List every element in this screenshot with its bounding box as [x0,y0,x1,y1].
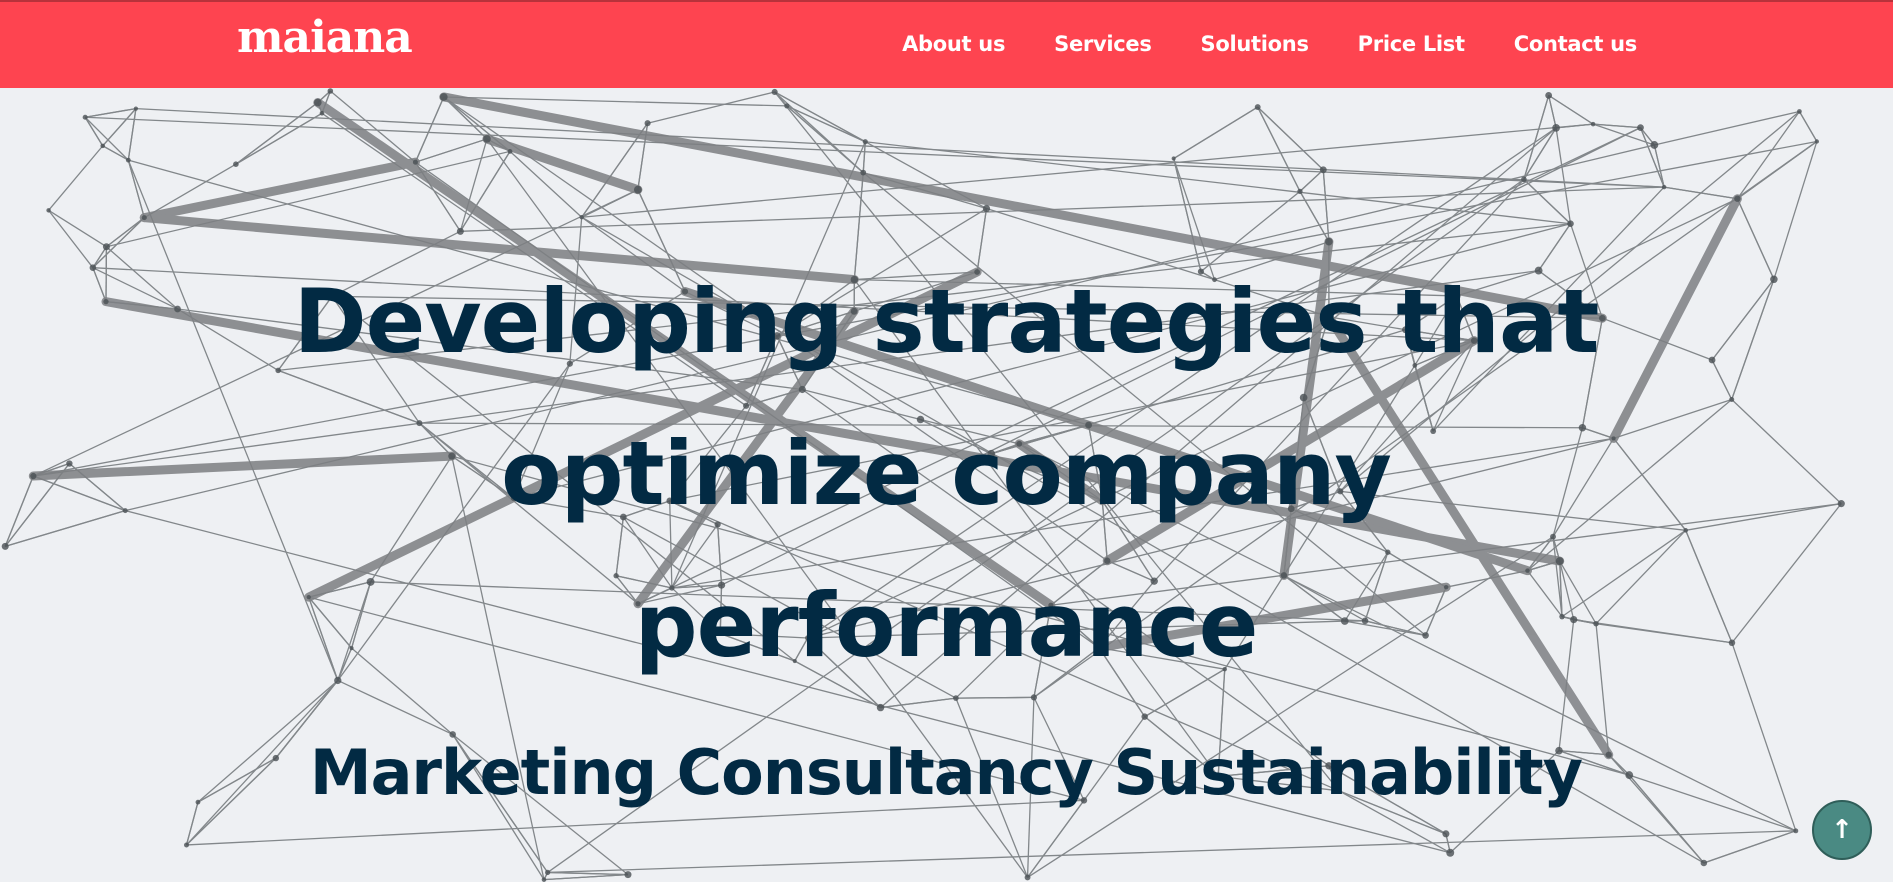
arrow-up-icon: ↑ [1831,815,1853,845]
hero-headline: Developing strategies that optimize comp… [246,246,1646,702]
hero-subheadline: Marketing Consultancy Sustainability [309,736,1583,809]
hero-content: Developing strategies that optimize comp… [0,88,1893,882]
hero-headline-line: optimize company [501,422,1392,525]
main-nav: About us Services Solutions Price List C… [853,2,1637,86]
top-navigation-bar: maiana About us Services Solutions Price… [0,0,1893,88]
nav-link-about-us[interactable]: About us [902,32,1005,56]
hero-headline-line: Developing strategies that [293,270,1600,373]
hero-headline-line: performance [634,574,1259,677]
back-to-top-button[interactable]: ↑ [1812,800,1872,860]
site-logo[interactable]: maiana [237,12,413,63]
nav-link-price-list[interactable]: Price List [1358,32,1465,56]
nav-link-contact-us[interactable]: Contact us [1514,32,1638,56]
nav-link-services[interactable]: Services [1054,32,1152,56]
hero-section: Developing strategies that optimize comp… [0,88,1893,882]
nav-link-solutions[interactable]: Solutions [1201,32,1309,56]
